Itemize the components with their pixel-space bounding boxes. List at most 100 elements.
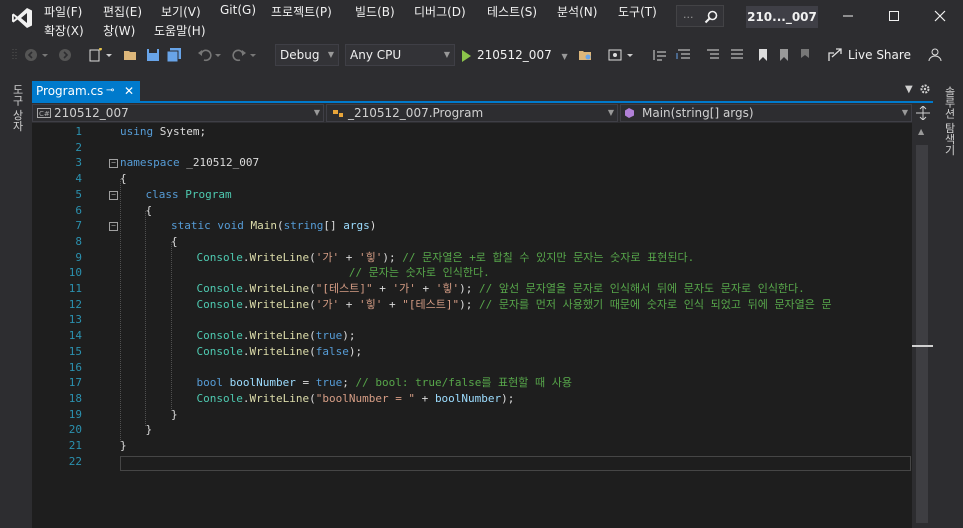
undo-icon[interactable]: [198, 48, 212, 62]
menu-git[interactable]: Git(G): [220, 3, 256, 17]
code-token: +: [372, 282, 393, 295]
new-project-icon[interactable]: [88, 48, 104, 62]
save-all-icon[interactable]: [166, 48, 182, 62]
menu-view[interactable]: 보기(V): [161, 3, 201, 20]
solution-explorer-folder-icon[interactable]: [578, 48, 592, 62]
code-text: Console.WriteLine('가' + '힣' + "[테스트]"); …: [197, 297, 832, 313]
redo-dropdown-icon[interactable]: [250, 48, 256, 62]
toolbox-tab[interactable]: 도구 상자: [9, 84, 25, 132]
open-folder-icon[interactable]: [123, 48, 139, 62]
bookmark-icon[interactable]: [757, 48, 769, 62]
search-box[interactable]: ...: [676, 5, 724, 27]
uncomment-lines-icon[interactable]: [730, 48, 744, 62]
project-name: 210512_007: [54, 106, 129, 120]
code-text: using System;: [120, 124, 206, 140]
close-window-icon[interactable]: [930, 6, 950, 26]
code-line[interactable]: 12 Console.WriteLine('가' + '힣' + "[테스트]")…: [32, 297, 912, 313]
settings-gear-icon[interactable]: [919, 83, 931, 95]
back-dropdown-icon[interactable]: [42, 48, 48, 62]
menu-analyze[interactable]: 분석(N): [557, 3, 597, 20]
next-bookmark-icon[interactable]: [799, 48, 811, 62]
code-line[interactable]: 10 // 문자는 숫자로 인식한다.: [32, 265, 912, 281]
code-editor[interactable]: 1 using System; 2 3− namespace _210512_007 4{…: [32, 123, 912, 528]
tab-program-cs[interactable]: Program.cs ⊸ ✕: [32, 81, 140, 101]
code-line[interactable]: 2: [32, 140, 912, 156]
previous-bookmark-icon[interactable]: [778, 48, 790, 62]
scroll-up-icon[interactable]: ▲: [918, 127, 924, 136]
code-line[interactable]: 7 − static void Main(string[] args): [32, 218, 912, 234]
indent-guide: [145, 210, 146, 427]
browser-link-dropdown-icon[interactable]: [627, 48, 633, 62]
code-line[interactable]: 16: [32, 360, 912, 376]
code-line[interactable]: 21}: [32, 438, 912, 454]
code-text: {: [146, 203, 153, 219]
undo-dropdown-icon[interactable]: [215, 48, 221, 62]
code-line[interactable]: 11 Console.WriteLine("[테스트]" + '가' + '힣')…: [32, 281, 912, 297]
solution-name[interactable]: 210..._007: [746, 6, 818, 28]
menu-project[interactable]: 프로젝트(P): [271, 3, 332, 20]
code-line[interactable]: 20}: [32, 422, 912, 438]
code-line[interactable]: 3 − namespace _210512_007: [32, 155, 912, 171]
code-token: +: [415, 282, 436, 295]
code-token: Console: [196, 344, 243, 358]
code-line[interactable]: 1 using System;: [32, 124, 912, 140]
comment-lines-icon[interactable]: [706, 48, 720, 62]
split-window-icon[interactable]: [916, 106, 930, 120]
scroll-thumb[interactable]: [916, 145, 928, 523]
line-number: 18: [68, 391, 82, 405]
line-number: 21: [68, 439, 82, 452]
menu-window[interactable]: 창(W): [103, 22, 135, 39]
collapse-region-icon[interactable]: −: [109, 159, 118, 169]
step-into-icon[interactable]: [652, 48, 668, 62]
code-line[interactable]: 4{: [32, 171, 912, 187]
menu-tools[interactable]: 도구(T): [618, 3, 657, 20]
save-icon[interactable]: [146, 48, 160, 62]
code-line[interactable]: 5 − class Program: [32, 187, 912, 203]
tab-overflow-dropdown-icon[interactable]: ▼: [905, 84, 913, 95]
minimize-icon[interactable]: [838, 6, 858, 26]
code-token: '힣': [358, 297, 383, 311]
live-share-icon[interactable]: [828, 48, 842, 62]
menu-debug[interactable]: 디버그(D): [414, 3, 466, 20]
forward-icon[interactable]: [58, 48, 72, 62]
code-line[interactable]: 17 bool boolNumber = true; // bool: true/…: [32, 375, 912, 391]
maximize-icon[interactable]: [884, 6, 904, 26]
close-tab-icon[interactable]: ✕: [124, 81, 134, 101]
menu-file[interactable]: 파일(F): [44, 3, 82, 20]
menu-edit[interactable]: 편집(E): [103, 3, 142, 20]
code-line[interactable]: 8{: [32, 234, 912, 250]
menu-test[interactable]: 테스트(S): [487, 3, 537, 20]
solution-explorer-tab[interactable]: 솔루션 탐색기: [941, 86, 957, 156]
code-line[interactable]: 9 Console.WriteLine('가' + '힣'); // 문자열은 +…: [32, 250, 912, 266]
live-share-button[interactable]: Live Share: [848, 48, 911, 62]
project-dropdown[interactable]: C# 210512_007 ▼: [32, 104, 324, 122]
code-line[interactable]: 13: [32, 312, 912, 328]
code-line[interactable]: 14 Console.WriteLine(true);: [32, 328, 912, 344]
menu-extensions[interactable]: 확장(X): [44, 22, 84, 39]
code-token: (: [309, 344, 316, 358]
code-line[interactable]: 19}: [32, 407, 912, 423]
solution-configuration-combo[interactable]: Debug ▼: [275, 44, 339, 66]
browser-link-icon[interactable]: [608, 48, 622, 62]
member-dropdown[interactable]: Main(string[] args) ▼: [620, 104, 912, 122]
start-debugging-button[interactable]: 210512_007 ▼: [462, 45, 568, 67]
collapse-region-icon[interactable]: −: [109, 190, 118, 200]
collapse-region-icon[interactable]: −: [109, 222, 118, 232]
type-dropdown[interactable]: _210512_007.Program ▼: [326, 104, 618, 122]
solution-platform-combo[interactable]: Any CPU ▼: [345, 44, 455, 66]
code-text: namespace _210512_007: [120, 155, 259, 171]
step-over-icon[interactable]: [676, 48, 692, 62]
feedback-person-icon[interactable]: [928, 48, 942, 62]
run-dropdown-icon[interactable]: ▼: [562, 52, 568, 61]
vertical-scrollbar[interactable]: ▲: [912, 123, 933, 528]
menu-build[interactable]: 빌드(B): [355, 3, 395, 20]
code-line[interactable]: 18 Console.WriteLine("boolNumber = " + bo…: [32, 391, 912, 407]
menu-help[interactable]: 도움말(H): [154, 22, 206, 39]
new-dropdown-icon[interactable]: [106, 48, 112, 62]
code-line[interactable]: 6{: [32, 203, 912, 219]
back-icon[interactable]: [24, 48, 38, 62]
redo-icon[interactable]: [232, 48, 246, 62]
code-line[interactable]: 15 Console.WriteLine(false);: [32, 344, 912, 360]
pin-tab-icon[interactable]: ⊸: [106, 81, 114, 101]
visual-studio-logo-icon[interactable]: [10, 6, 34, 30]
